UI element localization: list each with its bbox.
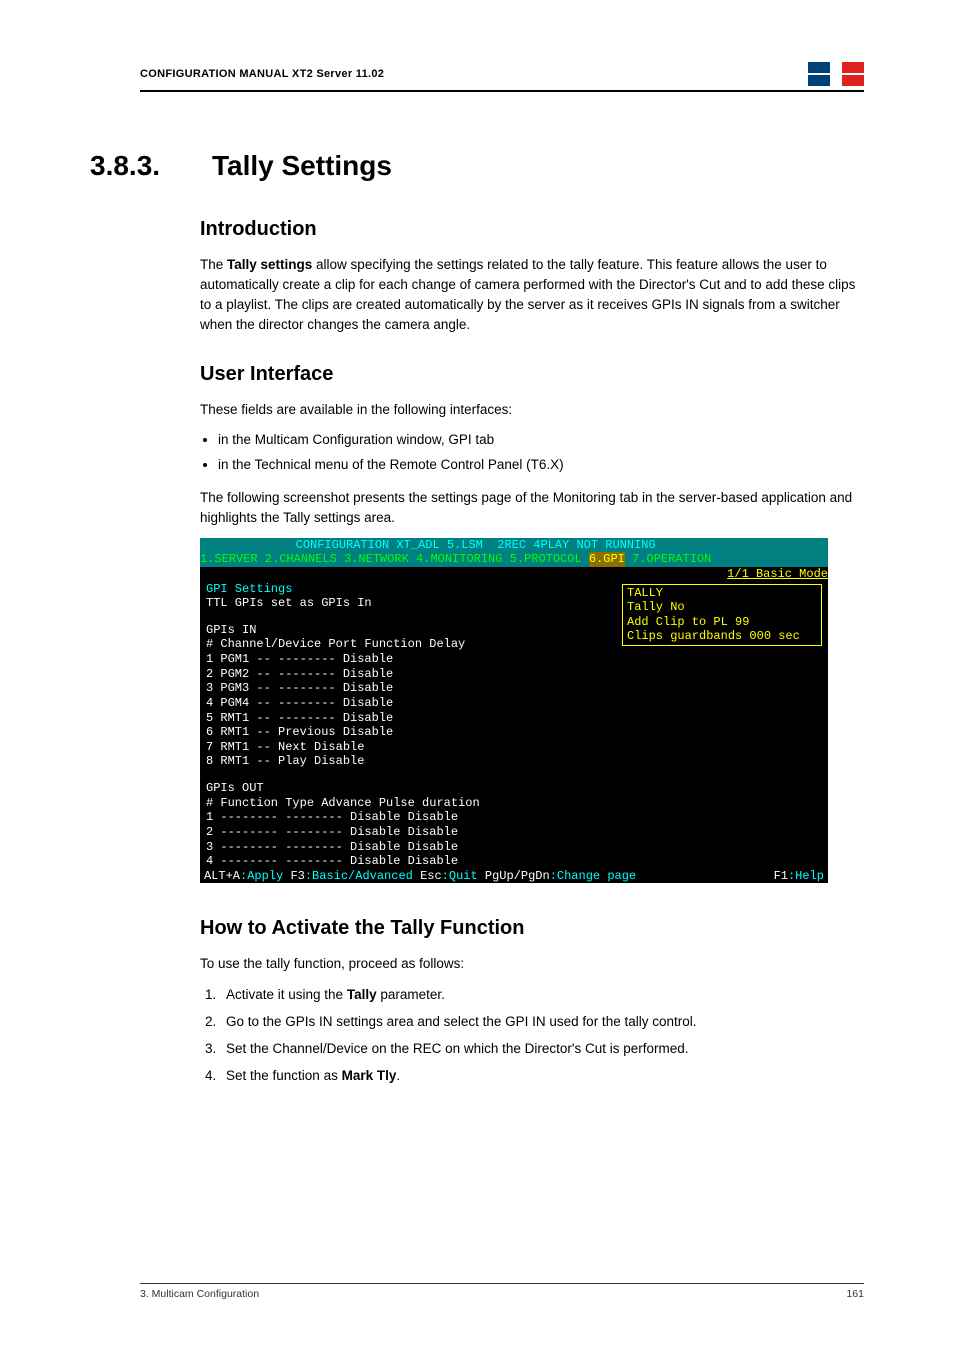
term-title: CONFIGURATION XT_ADL 5.LSM 2REC 4PLAY NO… bbox=[200, 538, 828, 553]
in-row-5: 5 RMT1 -- -------- Disable bbox=[206, 711, 616, 726]
howto-intro: To use the tally function, proceed as fo… bbox=[200, 954, 864, 974]
section-title: Tally Settings bbox=[212, 150, 392, 182]
intro-heading: Introduction bbox=[200, 218, 864, 241]
tally-box: TALLY Tally No Add Clip to PL 99 Clips g… bbox=[622, 584, 822, 647]
ui-heading: User Interface bbox=[200, 363, 864, 386]
howto-step-3: Set the Channel/Device on the REC on whi… bbox=[220, 1038, 864, 1061]
in-row-6: 6 RMT1 -- Previous Disable bbox=[206, 725, 616, 740]
howto-step-4: Set the function as Mark Tly. bbox=[220, 1065, 864, 1088]
in-row-3: 3 PGM3 -- -------- Disable bbox=[206, 681, 616, 696]
gpis-out-label: GPIs OUT bbox=[206, 781, 616, 796]
ui-screenshot-text: The following screenshot presents the se… bbox=[200, 488, 864, 528]
out-header: # Function Type Advance Pulse duration bbox=[206, 796, 616, 811]
howto-step-1: Activate it using the Tally parameter. bbox=[220, 984, 864, 1007]
out-row-1: 1 -------- -------- Disable Disable bbox=[206, 810, 616, 825]
section-number: 3.8.3. bbox=[90, 150, 180, 182]
out-row-3: 3 -------- -------- Disable Disable bbox=[206, 840, 616, 855]
in-header: # Channel/Device Port Function Delay bbox=[206, 637, 616, 652]
out-row-2: 2 -------- -------- Disable Disable bbox=[206, 825, 616, 840]
in-row-1: 1 PGM1 -- -------- Disable bbox=[206, 652, 616, 667]
doc-header-title: CONFIGURATION MANUAL XT2 Server 11.02 bbox=[140, 68, 384, 80]
ttl-line: TTL GPIs set as GPIs In bbox=[206, 596, 616, 611]
in-row-8: 8 RMT1 -- Play Disable bbox=[206, 754, 616, 769]
fk-f3: F3 bbox=[290, 869, 304, 884]
ui-list-item-1: in the Multicam Configuration window, GP… bbox=[218, 430, 864, 451]
terminal-screenshot: CONFIGURATION XT_ADL 5.LSM 2REC 4PLAY NO… bbox=[200, 538, 828, 884]
gpis-in-label: GPIs IN bbox=[206, 623, 616, 638]
section-heading: 3.8.3. Tally Settings bbox=[90, 150, 864, 182]
fk-esc: Esc bbox=[420, 869, 442, 884]
ui-intro-text: These fields are available in the follow… bbox=[200, 400, 864, 420]
term-mode: 1/1 Basic Mode bbox=[727, 567, 828, 582]
tally-heading: TALLY bbox=[627, 586, 817, 601]
howto-heading: How to Activate the Tally Function bbox=[200, 917, 864, 940]
in-row-4: 4 PGM4 -- -------- Disable bbox=[206, 696, 616, 711]
term-tabs: 1.SERVER 2.CHANNELS 3.NETWORK 4.MONITORI… bbox=[200, 552, 589, 567]
fk-pg: PgUp/PgDn bbox=[485, 869, 550, 884]
evs-logo bbox=[808, 62, 864, 86]
tally-clips-gb: Clips guardbands 000 sec bbox=[627, 629, 817, 644]
ui-list-item-2: in the Technical menu of the Remote Cont… bbox=[218, 455, 864, 476]
footer-page-number: 161 bbox=[846, 1288, 864, 1300]
fk-f1: F1 bbox=[774, 869, 788, 884]
term-tabs-end: 7.OPERATION bbox=[625, 552, 711, 567]
term-tab-active: 6.GPI bbox=[589, 552, 625, 567]
howto-step-2: Go to the GPIs IN settings area and sele… bbox=[220, 1011, 864, 1034]
fk-alta: ALT+A bbox=[204, 869, 240, 884]
footer-left: 3. Multicam Configuration bbox=[140, 1288, 259, 1300]
gpi-settings-label: GPI Settings bbox=[206, 582, 616, 597]
in-row-7: 7 RMT1 -- Next Disable bbox=[206, 740, 616, 755]
intro-paragraph: The Tally settings allow specifying the … bbox=[200, 255, 864, 335]
out-row-4: 4 -------- -------- Disable Disable bbox=[206, 854, 616, 869]
in-row-2: 2 PGM2 -- -------- Disable bbox=[206, 667, 616, 682]
tally-no: Tally No bbox=[627, 600, 817, 615]
tally-add-clip: Add Clip to PL 99 bbox=[627, 615, 817, 630]
